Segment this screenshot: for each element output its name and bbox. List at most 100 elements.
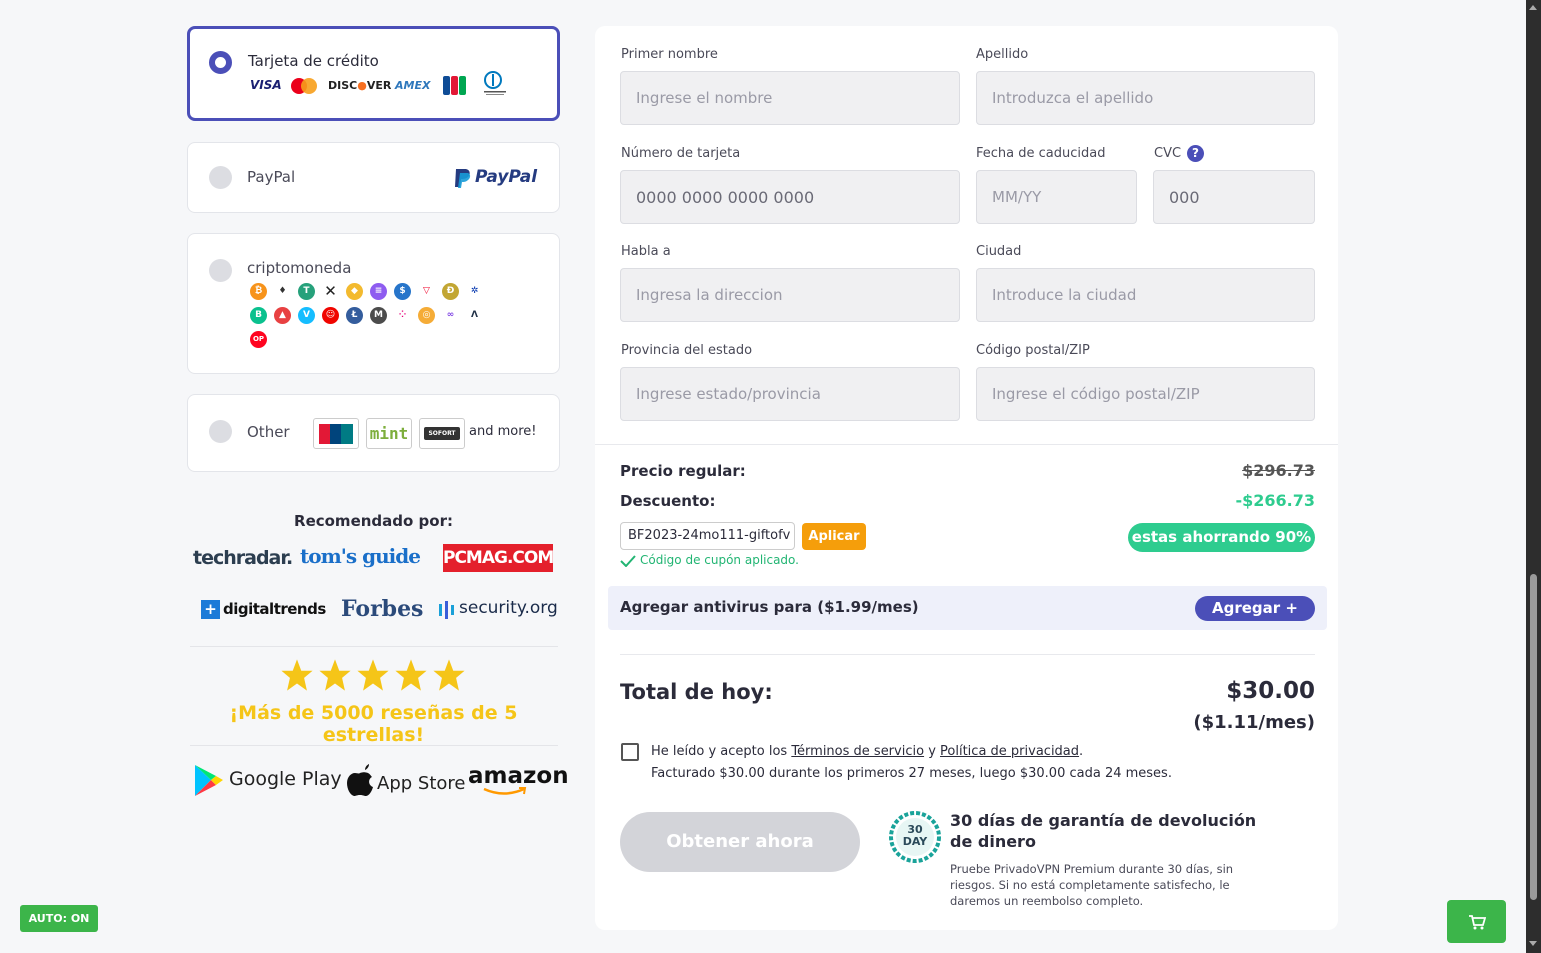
divider bbox=[190, 646, 558, 647]
discover-logo: DISC●VER bbox=[328, 79, 392, 92]
city-input[interactable]: Introduce la ciudad bbox=[976, 268, 1315, 322]
city-label: Ciudad bbox=[976, 244, 1022, 259]
paypal-radio[interactable] bbox=[209, 166, 232, 189]
crypto-title: criptomoneda bbox=[247, 259, 352, 277]
guarantee-text: Pruebe PrivadoVPN Premium durante 30 día… bbox=[950, 862, 1234, 908]
state-label: Provincia del estado bbox=[621, 343, 753, 358]
coupon-applied-text: Código de cupón aplicado. bbox=[640, 553, 799, 567]
payment-option-crypto[interactable]: criptomoneda ₿ ♦ T ✕ ◆ ≡ $ ▽ Ð ✲ B ▲ V ☺… bbox=[187, 233, 560, 374]
add-antivirus-button[interactable]: Agregar + bbox=[1195, 596, 1315, 621]
scroll-up-arrow[interactable] bbox=[1529, 5, 1537, 10]
last-name-input[interactable]: Introduzca el apellido bbox=[976, 71, 1315, 125]
paypal-logo-text: PayPal bbox=[475, 167, 538, 187]
privacy-policy-link[interactable]: Política de privacidad bbox=[940, 744, 1079, 759]
terms-of-service-link[interactable]: Términos de servicio bbox=[791, 744, 924, 759]
savings-badge: estas ahorrando 90% bbox=[1128, 523, 1315, 552]
expiry-input[interactable]: MM/YY bbox=[976, 170, 1137, 224]
other-radio[interactable] bbox=[209, 420, 232, 443]
bitcoin-cash-icon: B bbox=[250, 307, 267, 324]
crypto-radio[interactable] bbox=[209, 259, 232, 282]
app-store-text: App Store bbox=[377, 773, 466, 794]
cvc-label: CVC bbox=[1154, 146, 1182, 161]
forbes-logo: Forbes bbox=[341, 596, 424, 622]
star-icon bbox=[319, 659, 351, 691]
divider bbox=[595, 444, 1338, 445]
mint-logo: mint bbox=[366, 418, 412, 449]
paypal-title: PayPal bbox=[247, 168, 296, 186]
star-icon bbox=[357, 659, 389, 691]
credit-card-title: Tarjeta de crédito bbox=[248, 52, 379, 70]
terms-checkbox[interactable] bbox=[621, 743, 639, 761]
dogecoin-icon: Ð bbox=[442, 283, 459, 300]
address-label: Habla a bbox=[621, 244, 671, 259]
scroll-down-arrow[interactable] bbox=[1529, 941, 1537, 946]
first-name-label: Primer nombre bbox=[621, 47, 718, 62]
google-play-text: Google Play bbox=[229, 768, 342, 790]
get-now-button[interactable]: Obtener ahora bbox=[620, 812, 860, 872]
shiba-icon: ☺ bbox=[322, 307, 339, 324]
scrollbar[interactable] bbox=[1526, 0, 1541, 953]
security-org-logo: security.org bbox=[459, 598, 558, 618]
vechain-icon: V bbox=[298, 307, 315, 324]
cart-button[interactable] bbox=[1447, 900, 1506, 943]
payment-option-other[interactable]: Other mint SOFORT and more! bbox=[187, 394, 560, 472]
mastercard-logo bbox=[291, 78, 317, 94]
ethereum-icon: ♦ bbox=[274, 283, 291, 300]
coupon-input[interactable]: BF2023-24mo111-giftofv bbox=[620, 522, 795, 550]
credit-card-radio[interactable] bbox=[209, 51, 232, 74]
card-number-input[interactable]: 0000 0000 0000 0000 bbox=[620, 170, 960, 224]
state-input[interactable]: Ingrese estado/provincia bbox=[620, 367, 960, 421]
zip-label: Código postal/ZIP bbox=[976, 343, 1090, 358]
first-name-input[interactable]: Ingrese el nombre bbox=[620, 71, 960, 125]
bnb-icon: ◆ bbox=[346, 283, 363, 300]
amazon-smile-icon bbox=[483, 787, 527, 795]
apply-coupon-button[interactable]: Aplicar bbox=[802, 523, 866, 550]
address-input[interactable]: Ingresa la direccion bbox=[620, 268, 960, 322]
arbitrum-icon: Λ bbox=[466, 307, 483, 324]
paypal-p-icon bbox=[455, 169, 471, 188]
divider bbox=[190, 745, 558, 746]
amex-logo: AMEX bbox=[395, 79, 431, 92]
auto-badge[interactable]: AUTO: ON bbox=[20, 905, 98, 932]
security-org-icon bbox=[439, 601, 454, 619]
other-title: Other bbox=[247, 423, 290, 441]
help-icon[interactable]: ? bbox=[1187, 145, 1204, 162]
terms-text: He leído y acepto los Términos de servic… bbox=[651, 744, 1172, 781]
star-icon bbox=[433, 659, 465, 691]
total-monthly: ($1.11/mes) bbox=[1193, 712, 1315, 733]
digitaltrends-logo: digitaltrends bbox=[223, 600, 326, 618]
reviews-text: ¡Más de 5000 reseñas de 5 estrellas! bbox=[229, 702, 518, 746]
recommended-title: Recomendado por: bbox=[294, 512, 453, 530]
regular-price-label: Precio regular: bbox=[620, 462, 746, 480]
pcmag-logo: PCMAG.COM bbox=[443, 544, 554, 572]
google-play-icon bbox=[195, 765, 223, 796]
total-label: Total de hoy: bbox=[620, 680, 773, 704]
polkadot-icon: ⁘ bbox=[394, 307, 411, 324]
apple-icon bbox=[347, 764, 373, 796]
cvc-input[interactable]: 000 bbox=[1153, 170, 1315, 224]
xrp-icon: ✕ bbox=[322, 283, 339, 300]
techradar-logo: techradar. bbox=[193, 547, 293, 569]
total-value: $30.00 bbox=[1226, 678, 1315, 704]
toms-guide-logo: tom's guide bbox=[300, 544, 421, 568]
payment-option-credit-card[interactable]: Tarjeta de crédito VISA DISC●VER AMEX bbox=[187, 26, 560, 121]
antivirus-upsell: Agregar antivirus para ($1.99/mes) Agreg… bbox=[608, 586, 1327, 630]
billing-text: Facturado $30.00 durante los primeros 27… bbox=[651, 766, 1172, 781]
sofort-logo: SOFORT bbox=[419, 418, 465, 449]
guarantee-badge-icon: 30 DAY bbox=[888, 810, 942, 864]
tron-icon: ▽ bbox=[418, 283, 435, 300]
avalanche-icon: ▲ bbox=[274, 307, 291, 324]
solana-icon: ≡ bbox=[370, 283, 387, 300]
payment-option-paypal[interactable]: PayPal PayPal bbox=[187, 142, 560, 213]
scrollbar-thumb[interactable] bbox=[1530, 574, 1537, 900]
zip-input[interactable]: Ingrese el código postal/ZIP bbox=[976, 367, 1315, 421]
discount-label: Descuento: bbox=[620, 492, 716, 510]
bitcoin-icon: ₿ bbox=[250, 283, 267, 300]
visa-logo: VISA bbox=[250, 78, 282, 92]
discount-value: -$266.73 bbox=[1235, 491, 1315, 510]
last-name-label: Apellido bbox=[976, 47, 1029, 62]
litecoin-icon: Ł bbox=[346, 307, 363, 324]
antivirus-label: Agregar antivirus para ($1.99/mes) bbox=[620, 598, 919, 616]
check-icon bbox=[620, 555, 636, 567]
star-icon bbox=[281, 659, 313, 691]
